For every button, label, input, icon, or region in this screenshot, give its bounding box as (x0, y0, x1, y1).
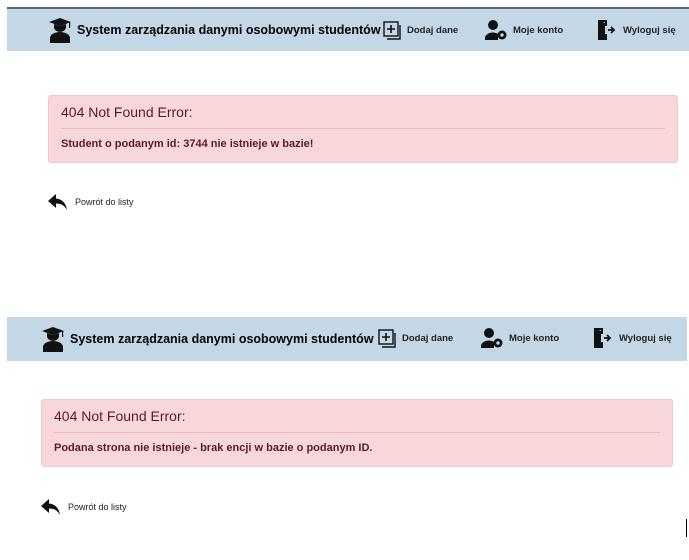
back-link-label: Powrót do listy (68, 502, 127, 512)
nav-logout-label: Wyloguj się (619, 332, 672, 344)
nav-my-account[interactable]: Moje konto (484, 19, 563, 41)
error-message: Student o podanym id: 3744 nie istnieje … (61, 138, 314, 150)
screen-1: System zarządzania danymi osobowymi stud… (0, 0, 689, 250)
text-cursor (686, 519, 687, 537)
screen-2: System zarządzania danymi osobowymi stud… (0, 310, 689, 560)
graduate-icon (49, 18, 71, 43)
nav-my-account-label: Moje konto (509, 332, 560, 344)
back-link-label: Powrót do listy (75, 197, 134, 207)
error-heading: 404 Not Found Error: (54, 408, 186, 424)
back-to-list-link[interactable]: Powrót do listy (48, 193, 134, 211)
user-gear-icon (485, 20, 507, 40)
logout-door-icon (598, 20, 616, 40)
nav-my-account-label: Moje konto (513, 24, 564, 36)
brand[interactable]: System zarządzania danymi osobowymi stud… (42, 326, 374, 352)
nav-add-data[interactable]: Dodaj dane (383, 21, 458, 40)
alert-divider (61, 128, 665, 129)
back-to-list-link[interactable]: Powrót do listy (41, 498, 127, 516)
app-title: System zarządzania danymi osobowymi stud… (70, 332, 374, 346)
error-message: Podana strona nie istnieje - brak encji … (54, 442, 373, 454)
nav-my-account[interactable]: Moje konto (480, 327, 559, 349)
reply-arrow-icon (48, 194, 67, 210)
nav-add-data[interactable]: Dodaj dane (378, 329, 453, 348)
navbar: System zarządzania danymi osobowymi stud… (7, 317, 687, 361)
alert-divider (54, 432, 660, 433)
error-heading: 404 Not Found Error: (61, 104, 193, 120)
nav-logout[interactable]: Wyloguj się (596, 19, 676, 41)
error-alert: 404 Not Found Error: Podana strona nie i… (41, 399, 673, 467)
error-alert: 404 Not Found Error: Student o podanym i… (48, 95, 678, 163)
plus-square-icon (383, 21, 401, 40)
nav-add-data-label: Dodaj dane (402, 333, 454, 344)
user-gear-icon (481, 328, 503, 348)
reply-arrow-icon (41, 499, 60, 515)
graduate-icon (42, 327, 64, 352)
logout-door-icon (594, 328, 612, 348)
brand[interactable]: System zarządzania danymi osobowymi stud… (49, 17, 381, 43)
navbar: System zarządzania danymi osobowymi stud… (7, 7, 689, 51)
nav-logout[interactable]: Wyloguj się (592, 327, 672, 349)
nav-add-data-label: Dodaj dane (407, 25, 459, 36)
app-title: System zarządzania danymi osobowymi stud… (77, 23, 381, 37)
plus-square-icon (378, 329, 396, 348)
navbar-top-border (7, 7, 689, 9)
nav-logout-label: Wyloguj się (623, 24, 676, 36)
